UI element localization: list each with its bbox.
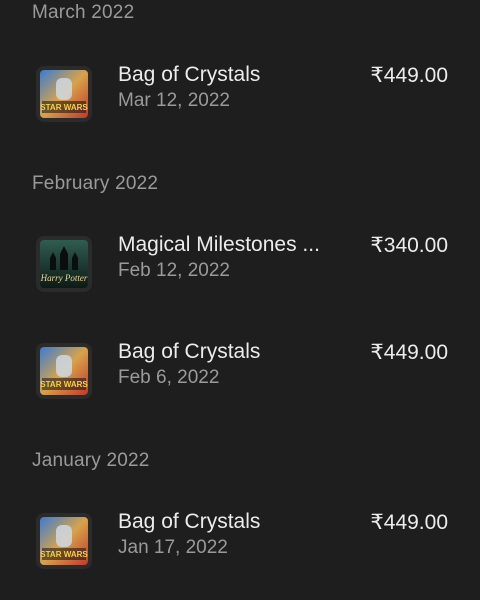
- purchase-title: Bag of Crystals: [118, 340, 261, 363]
- star-wars-game-icon: STAR WARS: [36, 343, 92, 399]
- star-wars-game-icon: STAR WARS: [36, 513, 92, 569]
- svg-text:STAR WARS: STAR WARS: [40, 103, 88, 112]
- purchase-title: Bag of Crystals: [118, 63, 261, 86]
- purchase-date: Mar 12, 2022: [118, 90, 230, 111]
- star-wars-game-icon: STAR WARS: [36, 66, 92, 122]
- section-header-march-2022: March 2022: [32, 2, 135, 23]
- harry-potter-game-icon: Harry Potter: [36, 236, 92, 292]
- purchase-row[interactable]: Harry Potter Magical Milestones ... Feb …: [0, 233, 480, 316]
- purchase-title: Magical Milestones ...: [118, 233, 320, 256]
- svg-text:STAR WARS: STAR WARS: [40, 550, 88, 559]
- purchase-date: Jan 17, 2022: [118, 537, 228, 558]
- purchase-date: Feb 6, 2022: [118, 367, 220, 388]
- purchase-row[interactable]: STAR WARS Bag of Crystals Feb 6, 2022 ₹4…: [0, 340, 480, 423]
- purchase-date: Feb 12, 2022: [118, 260, 230, 281]
- purchase-price: ₹449.00: [370, 511, 448, 534]
- purchase-price: ₹449.00: [370, 64, 448, 87]
- purchase-price: ₹340.00: [370, 234, 448, 257]
- svg-text:STAR WARS: STAR WARS: [40, 380, 88, 389]
- section-header-january-2022: January 2022: [32, 450, 150, 471]
- purchase-row[interactable]: STAR WARS Bag of Crystals Mar 12, 2022 ₹…: [0, 63, 480, 146]
- section-header-february-2022: February 2022: [32, 173, 159, 194]
- purchase-row[interactable]: STAR WARS Bag of Crystals Jan 17, 2022 ₹…: [0, 510, 480, 593]
- purchase-title: Bag of Crystals: [118, 510, 261, 533]
- svg-text:Harry Potter: Harry Potter: [40, 273, 88, 283]
- purchase-price: ₹449.00: [370, 341, 448, 364]
